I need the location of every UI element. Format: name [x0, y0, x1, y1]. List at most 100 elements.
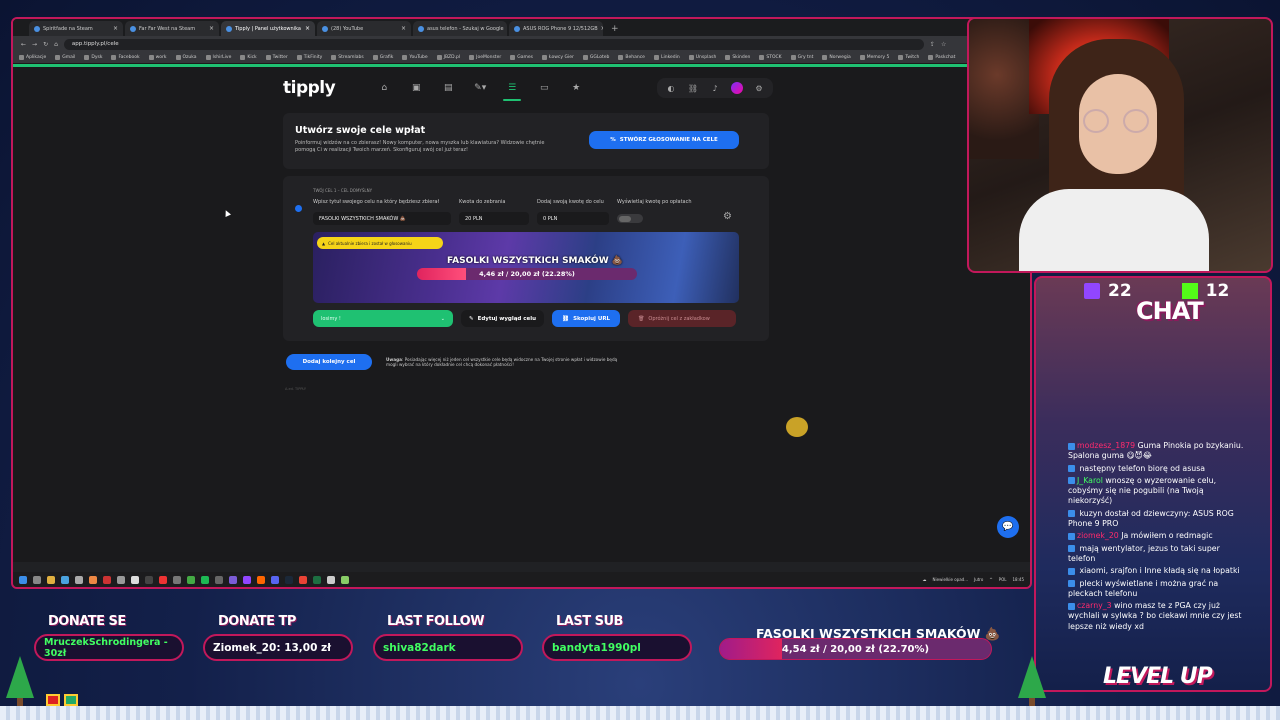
bookmark-item[interactable]: Gmail [55, 55, 75, 60]
browser-tab[interactable]: Tipply | Panel użytkownika × [221, 21, 315, 36]
discord-icon[interactable] [271, 575, 279, 584]
excel-icon[interactable] [313, 575, 321, 584]
share-icon[interactable]: ⇪ [930, 41, 935, 48]
bookmark-item[interactable]: STOCK [759, 55, 782, 60]
star-icon[interactable]: ☆ [941, 41, 946, 48]
browser-tab[interactable]: ASUS ROG Phone 9 12/512GB× [509, 21, 603, 36]
app-icon[interactable] [229, 575, 237, 584]
back-icon[interactable]: ← [21, 41, 26, 48]
bookmark-item[interactable]: Grafik [372, 55, 393, 60]
app-icon[interactable] [327, 575, 335, 584]
start-icon[interactable] [19, 575, 27, 584]
bell-icon[interactable]: ♪ [709, 82, 721, 94]
files-icon[interactable] [47, 575, 55, 584]
bookmark-item[interactable]: Dysk [84, 55, 102, 60]
app-icon[interactable] [89, 575, 97, 584]
add-goal-button[interactable]: Dodaj kolejny cel [286, 354, 372, 370]
bookmark-item[interactable]: Facebook [111, 55, 140, 60]
goal-settings-gear-icon[interactable]: ⚙ [723, 211, 732, 222]
bookmark-item[interactable]: Twitch [898, 55, 919, 60]
weather-text[interactable]: Niewielkie opad... [933, 577, 968, 582]
payments-nav-icon[interactable]: ▣ [409, 81, 423, 95]
status-icon[interactable]: ◐ [665, 82, 677, 94]
user-avatar[interactable] [731, 82, 743, 94]
xbox-icon[interactable] [187, 575, 195, 584]
browser-tab[interactable]: (28) YouTube × [317, 21, 411, 36]
close-tab-icon[interactable]: × [113, 25, 118, 32]
bookmark-item[interactable]: Paskchat [928, 55, 955, 60]
show-fee-toggle[interactable] [617, 214, 643, 223]
bookmark-item[interactable]: JBZD.pl [436, 55, 460, 60]
support-chat-icon[interactable]: 💬 [997, 516, 1019, 538]
goal-radio[interactable] [295, 205, 302, 212]
twitch-app-icon[interactable] [243, 575, 251, 584]
bookmark-item[interactable]: GGLoteb [582, 55, 609, 60]
calendar-nav-icon[interactable]: ▭ [537, 81, 551, 95]
store-icon[interactable] [61, 575, 69, 584]
create-voting-button[interactable]: % STWÓRZ GŁOSOWANIE NA CELE [589, 131, 739, 149]
bookmark-item[interactable]: TikFinity [296, 55, 322, 60]
tipply-logo[interactable]: tipply [283, 78, 336, 98]
reload-icon[interactable]: ↻ [43, 41, 48, 48]
close-tab-icon[interactable]: × [209, 25, 214, 32]
reset-goal-button[interactable]: 🗑 Opróżnij cel z zakładkow [628, 310, 737, 327]
app-icon[interactable] [159, 575, 167, 584]
browser-tab[interactable]: Spiritfade na Steam × [29, 21, 123, 36]
url-input[interactable]: app.tipply.pl/cele [63, 38, 924, 50]
bookmark-item[interactable]: IshirLive [205, 55, 231, 60]
browser-tab[interactable]: Far Far West na Steam × [125, 21, 219, 36]
app-icon[interactable] [257, 575, 265, 584]
app-icon[interactable] [103, 575, 111, 584]
app-icon[interactable] [75, 575, 83, 584]
clock[interactable]: 18:45 [1012, 577, 1024, 582]
search-icon[interactable] [33, 575, 41, 584]
bookmark-item[interactable]: Streamlabs [331, 55, 364, 60]
edit-nav-icon[interactable]: ✎▾ [473, 81, 487, 95]
bookmark-item[interactable]: Łowcy Gier [541, 55, 574, 60]
bookmark-item[interactable]: Unsplash [688, 55, 716, 60]
steam-icon[interactable] [285, 575, 293, 584]
bookmark-item[interactable]: Skinden [725, 55, 750, 60]
app-icon[interactable] [341, 575, 349, 584]
bookmark-item[interactable]: Gry tnt [790, 55, 813, 60]
link-icon[interactable]: ⛓ [687, 82, 699, 94]
goal-title-input[interactable]: FASOLKI WSZYSTKICH SMAKÓW 💩 [313, 212, 451, 225]
bookmark-item[interactable]: Norwegia [822, 55, 851, 60]
wallet-nav-icon[interactable]: ▤ [441, 81, 455, 95]
bookmark-item[interactable]: Aplikacje [19, 55, 46, 60]
bookmark-item[interactable]: Behance [618, 55, 645, 60]
bookmark-item[interactable]: Games [510, 55, 533, 60]
close-tab-icon[interactable]: × [401, 25, 406, 32]
star-nav-icon[interactable]: ★ [569, 81, 583, 95]
bookmark-item[interactable]: work [148, 55, 167, 60]
bookmark-item[interactable]: Kick [240, 55, 257, 60]
close-tab-icon[interactable]: × [305, 25, 310, 32]
copy-url-button[interactable]: ⛓ Skopiuj URL [552, 310, 621, 327]
app-icon[interactable] [215, 575, 223, 584]
bookmark-item[interactable]: Memory 5 [859, 55, 889, 60]
language[interactable]: POL [999, 577, 1007, 582]
new-tab-button[interactable]: + [605, 24, 625, 36]
app-icon[interactable] [117, 575, 125, 584]
edit-goal-style-button[interactable]: ✎ Edytuj wygląd celu [461, 310, 545, 327]
bookmark-item[interactable]: Ozuka [175, 55, 197, 60]
tray-up-icon[interactable]: ^ [989, 577, 992, 582]
chrome-icon[interactable] [299, 575, 307, 584]
close-tab-icon[interactable]: × [601, 25, 603, 32]
settings-gear-icon[interactable]: ⚙ [753, 82, 765, 94]
bookmark-item[interactable]: JoeMonster [469, 55, 501, 60]
forward-icon[interactable]: → [32, 41, 37, 48]
app-icon[interactable] [131, 575, 139, 584]
app-icon[interactable] [173, 575, 181, 584]
spotify-icon[interactable] [201, 575, 209, 584]
goal-mode-select[interactable]: losimy ! ⌄ [313, 310, 453, 327]
goals-nav-icon[interactable]: ☰ [503, 81, 522, 101]
goal-amount-input[interactable]: 20 PLN [459, 212, 529, 225]
app-icon[interactable] [145, 575, 153, 584]
home-nav-icon[interactable]: ⌂ [377, 81, 391, 95]
bookmark-item[interactable]: YouTube [402, 55, 428, 60]
bookmark-item[interactable]: Twitter [265, 55, 288, 60]
home-icon[interactable]: ⌂ [54, 41, 58, 48]
browser-tab[interactable]: asus telefon - Szukaj w Google× [413, 21, 507, 36]
goal-add-input[interactable]: 0 PLN [537, 212, 609, 225]
